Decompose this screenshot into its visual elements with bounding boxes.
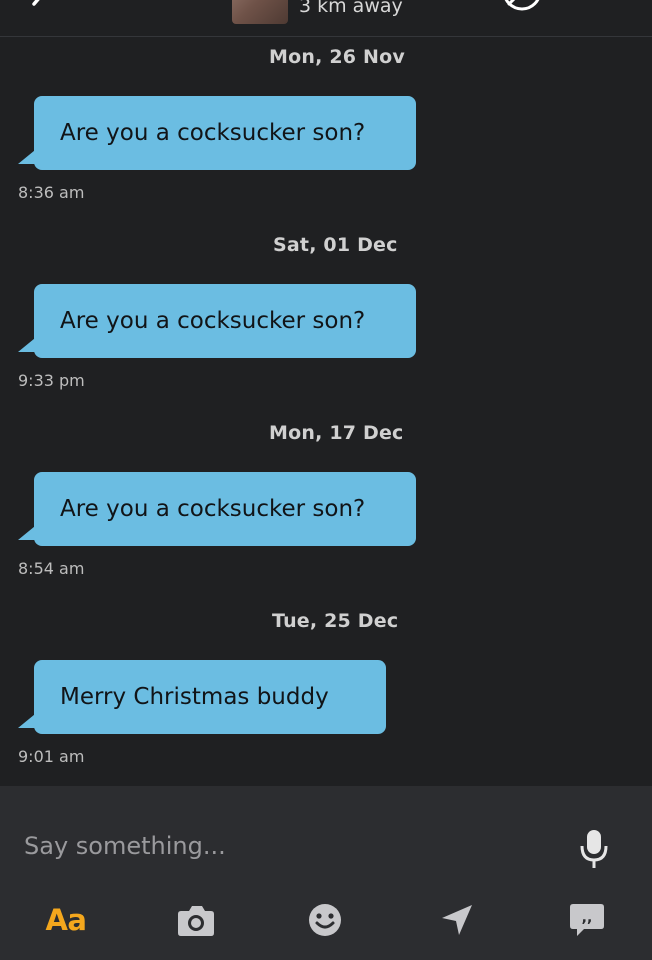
bubble-tail (18, 146, 40, 164)
font-style-button[interactable]: Aa (44, 898, 88, 942)
svg-text:,,: ,, (582, 910, 593, 926)
message-input[interactable] (24, 826, 564, 866)
block-icon[interactable] (500, 0, 544, 20)
message-text: Are you a cocksucker son? (60, 120, 366, 146)
avatar[interactable] (232, 0, 288, 24)
message-time: 9:33 pm (18, 371, 85, 390)
composer: Aa ,, (0, 786, 652, 960)
bubble-tail (18, 710, 40, 728)
message-text: Are you a cocksucker son? (60, 496, 366, 522)
chevron-left-icon[interactable] (22, 0, 54, 20)
location-arrow-icon[interactable] (439, 898, 475, 942)
date-separator: Mon, 17 Dec (269, 422, 404, 444)
message-bubble[interactable]: Are you a cocksucker son? (18, 472, 416, 546)
message-text: Merry Christmas buddy (60, 684, 329, 710)
bubble-tail (18, 334, 40, 352)
distance-label: 3 km away (299, 0, 403, 17)
chat-screen: 3 km away Mon, 26 Nov Are you a cocksuck… (0, 0, 652, 960)
message-time: 9:01 am (18, 747, 85, 766)
bubble-tail (18, 522, 40, 540)
date-separator: Mon, 26 Nov (269, 46, 405, 68)
message-time: 8:54 am (18, 559, 85, 578)
camera-icon[interactable] (176, 898, 216, 942)
saved-phrases-icon[interactable]: ,, (568, 898, 606, 942)
microphone-icon[interactable] (578, 828, 610, 870)
message-bubble[interactable]: Merry Christmas buddy (18, 660, 386, 734)
smiley-icon[interactable] (307, 898, 343, 942)
date-separator: Tue, 25 Dec (272, 610, 399, 632)
date-separator: Sat, 01 Dec (273, 234, 398, 256)
message-bubble[interactable]: Are you a cocksucker son? (18, 96, 416, 170)
message-time: 8:36 am (18, 183, 85, 202)
message-text: Are you a cocksucker son? (60, 308, 366, 334)
chat-header: 3 km away (0, 0, 652, 37)
message-bubble[interactable]: Are you a cocksucker son? (18, 284, 416, 358)
